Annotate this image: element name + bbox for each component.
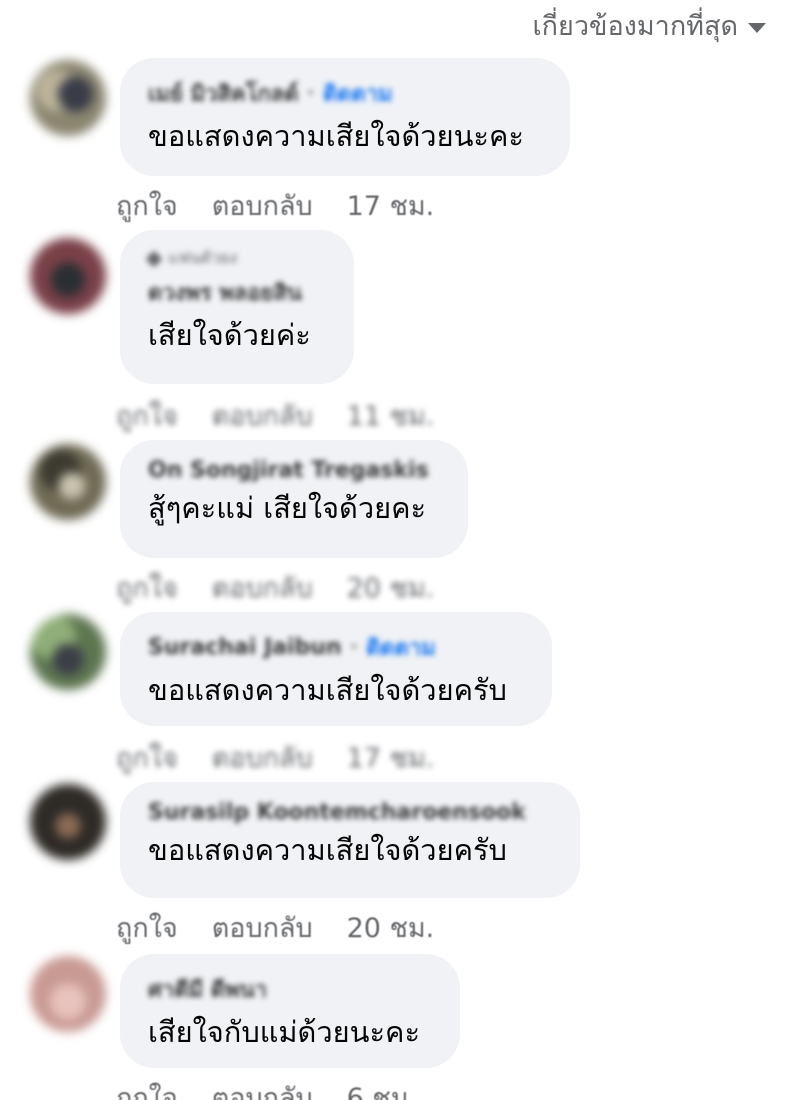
comment-timestamp[interactable]: 17 ชม. <box>347 736 435 779</box>
comment-header: On Songjirat Tregaskis <box>148 458 442 483</box>
avatar[interactable] <box>30 444 106 520</box>
like-link[interactable]: ถูกใจ <box>116 1076 178 1100</box>
reply-link[interactable]: ตอบกลับ <box>212 394 313 437</box>
reply-link[interactable]: ตอบกลับ <box>212 906 313 949</box>
comment-bubble: Surasilp Koontemcharoensook ขอแสดงความเส… <box>120 782 580 898</box>
comment-text: เสียใจด้วยค่ะ <box>148 318 311 352</box>
comment-bubble: On Songjirat Tregaskis สู้ๆคะแม่ เสียใจด… <box>120 440 468 558</box>
diamond-icon <box>145 250 163 267</box>
separator-dot: · <box>349 635 358 660</box>
comment-bubble: เมย์ มิวสิคโกลด์ · ติดตาม ขอแสดงความเสีย… <box>120 58 570 176</box>
comment-actions: ถูกใจ ตอบกลับ 6 ชม. <box>116 1076 417 1100</box>
comment-timestamp[interactable]: 20 ชม. <box>347 566 435 609</box>
author-name[interactable]: Surachai Jaibun <box>148 635 342 660</box>
comment-timestamp[interactable]: 17 ชม. <box>347 184 435 227</box>
avatar[interactable] <box>30 238 106 314</box>
follow-link[interactable]: ติดตาม <box>323 76 393 111</box>
comment-timestamp[interactable]: 11 ชม. <box>347 394 435 437</box>
like-link[interactable]: ถูกใจ <box>116 736 178 779</box>
comment-text: ขอแสดงความเสียใจด้วยนะคะ <box>148 119 524 153</box>
fan-badge: แฟนตัวยง <box>145 246 328 271</box>
comment-bubble: Surachai Jaibun · ติดตาม ขอแสดงความเสียใ… <box>120 612 552 726</box>
comment-text: เสียใจกับแม่ด้วยนะคะ <box>148 1015 421 1049</box>
comment-actions: ถูกใจ ตอบกลับ 17 ชม. <box>116 184 434 227</box>
comment-header: ศาตีมี ดีพนา <box>148 972 434 1007</box>
comment-header: เมย์ มิวสิคโกลด์ · ติดตาม <box>148 76 544 111</box>
author-name[interactable]: Surasilp Koontemcharoensook <box>148 800 526 825</box>
comment-actions: ถูกใจ ตอบกลับ 11 ชม. <box>116 394 434 437</box>
reply-link[interactable]: ตอบกลับ <box>212 184 313 227</box>
like-link[interactable]: ถูกใจ <box>116 566 178 609</box>
avatar[interactable] <box>30 956 106 1032</box>
comment-bubble: แฟนตัวยง ดวงพร พลอยสิน เสียใจด้วยค่ะ <box>120 230 354 384</box>
follow-link[interactable]: ติดตาม <box>366 630 436 665</box>
reply-link[interactable]: ตอบกลับ <box>212 566 313 609</box>
comment-text: สู้ๆคะแม่ เสียใจด้วยคะ <box>148 491 427 525</box>
comment-header: Surasilp Koontemcharoensook <box>148 800 554 825</box>
comment-header: Surachai Jaibun · ติดตาม <box>148 630 526 665</box>
comment-text: ขอแสดงความเสียใจด้วยครับ <box>148 833 507 867</box>
like-link[interactable]: ถูกใจ <box>116 394 178 437</box>
comment-text: ขอแสดงความเสียใจด้วยครับ <box>148 673 507 707</box>
reply-link[interactable]: ตอบกลับ <box>212 1076 313 1100</box>
comment-actions: ถูกใจ ตอบกลับ 17 ชม. <box>116 736 434 779</box>
avatar[interactable] <box>30 614 106 690</box>
caret-down-icon <box>748 22 766 33</box>
like-link[interactable]: ถูกใจ <box>116 906 178 949</box>
avatar[interactable] <box>30 784 106 860</box>
comment-timestamp[interactable]: 6 ชม. <box>347 1076 417 1100</box>
like-link[interactable]: ถูกใจ <box>116 184 178 227</box>
sort-dropdown[interactable]: เกี่ยวข้องมากที่สุด <box>532 4 766 47</box>
author-name[interactable]: ดวงพร พลอยสิน <box>148 275 302 310</box>
separator-dot: · <box>306 81 315 106</box>
avatar[interactable] <box>30 60 106 136</box>
sort-label: เกี่ยวข้องมากที่สุด <box>532 11 738 42</box>
author-name[interactable]: ศาตีมี ดีพนา <box>148 972 267 1007</box>
comments-section: เกี่ยวข้องมากที่สุด เมย์ มิวสิคโกลด์ · ต… <box>0 0 800 1100</box>
author-name[interactable]: On Songjirat Tregaskis <box>148 458 429 483</box>
reply-link[interactable]: ตอบกลับ <box>212 736 313 779</box>
comment-actions: ถูกใจ ตอบกลับ 20 ชม. <box>116 566 434 609</box>
comment-header: ดวงพร พลอยสิน <box>148 275 328 310</box>
comment-actions: ถูกใจ ตอบกลับ 20 ชม. <box>116 906 434 949</box>
comment-bubble: ศาตีมี ดีพนา เสียใจกับแม่ด้วยนะคะ <box>120 954 460 1068</box>
badge-label: แฟนตัวยง <box>168 248 238 267</box>
author-name[interactable]: เมย์ มิวสิคโกลด์ <box>148 76 298 111</box>
comment-timestamp[interactable]: 20 ชม. <box>347 906 435 949</box>
